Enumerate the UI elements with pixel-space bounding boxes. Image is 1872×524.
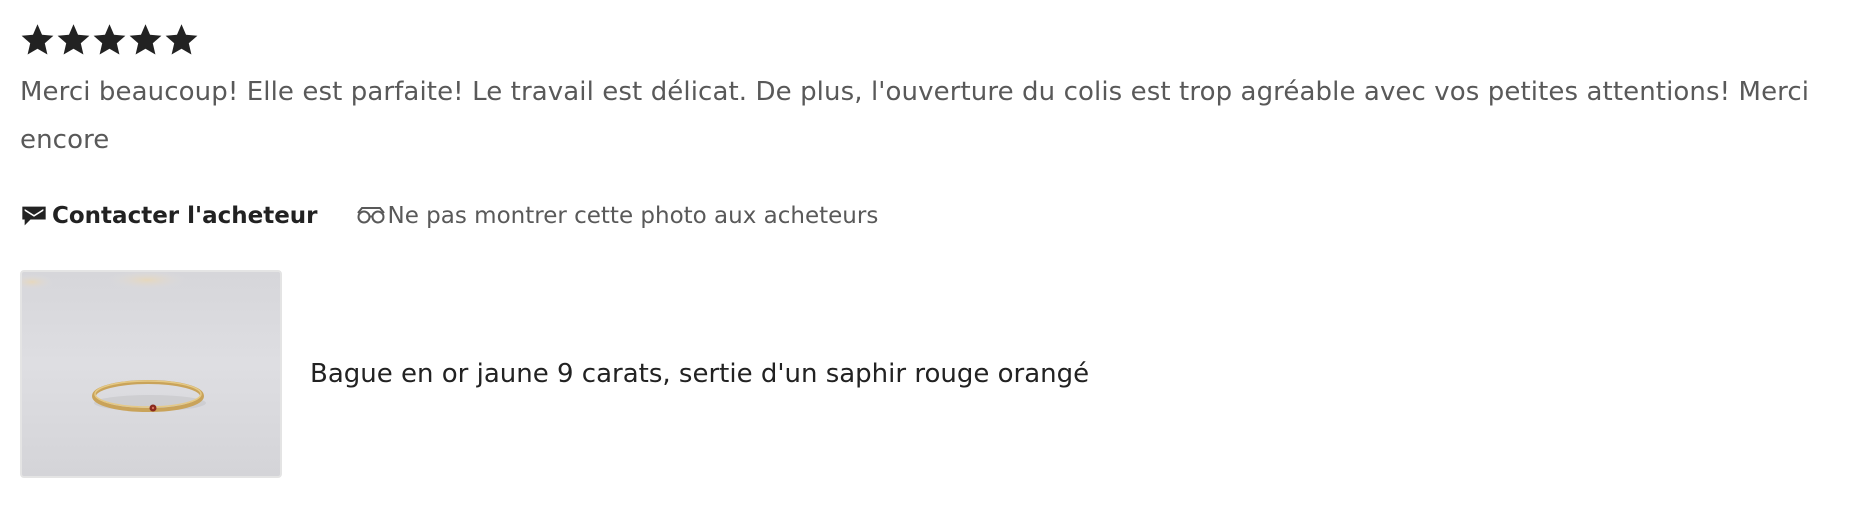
star-icon bbox=[92, 22, 127, 57]
ring-photo bbox=[22, 272, 280, 476]
product-title-link[interactable]: Bague en or jaune 9 carats, sertie d'un … bbox=[310, 359, 1089, 389]
hide-photo-label: Ne pas montrer cette photo aux acheteurs bbox=[387, 203, 879, 229]
product-row: Bague en or jaune 9 carats, sertie d'un … bbox=[20, 270, 1852, 478]
star-icon bbox=[128, 22, 163, 57]
star-icon bbox=[20, 22, 55, 57]
contact-buyer-label: Contacter l'acheteur bbox=[52, 203, 318, 229]
contact-buyer-button[interactable]: Contacter l'acheteur bbox=[20, 202, 318, 230]
eye-hidden-icon bbox=[356, 204, 386, 228]
review-actions: Contacter l'acheteur Ne pas montrer cett… bbox=[20, 198, 1852, 234]
review-card: Merci beaucoup! Elle est parfaite! Le tr… bbox=[20, 20, 1852, 478]
message-icon bbox=[20, 202, 48, 230]
star-icon bbox=[164, 22, 199, 57]
hide-photo-button[interactable]: Ne pas montrer cette photo aux acheteurs bbox=[356, 203, 879, 229]
star-icon bbox=[56, 22, 91, 57]
product-thumbnail[interactable] bbox=[20, 270, 282, 478]
review-text: Merci beaucoup! Elle est parfaite! Le tr… bbox=[20, 77, 1810, 155]
star-rating bbox=[20, 20, 1852, 58]
